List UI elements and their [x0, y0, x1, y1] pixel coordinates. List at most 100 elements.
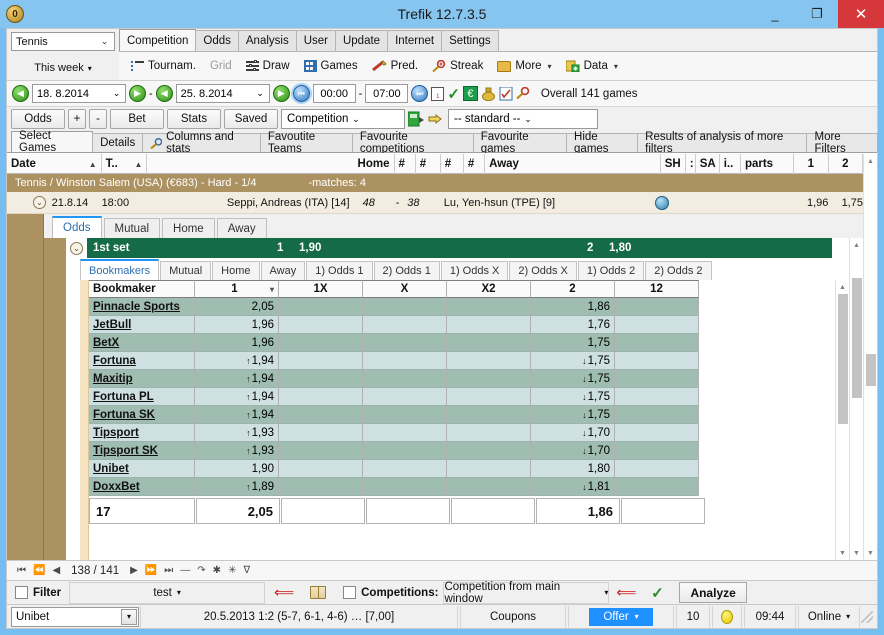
scroll-up-icon[interactable]: ▲ — [864, 154, 878, 168]
bookmaker-name[interactable]: DoxxBet — [93, 481, 140, 493]
bookmaker-name[interactable]: Unibet — [93, 463, 129, 475]
tab-internet[interactable]: Internet — [387, 30, 443, 51]
scroll-thumb[interactable] — [865, 354, 876, 386]
filter-preset-dropdown[interactable]: test ▾ — [69, 581, 266, 604]
filtertab-more-filters[interactable]: More Filters — [806, 131, 878, 155]
toolbar-grid-button[interactable]: Grid — [204, 57, 238, 75]
euro-icon[interactable]: € — [462, 86, 478, 101]
toolbar-streak-button[interactable]: Streak — [426, 57, 489, 75]
competition-group-row[interactable]: Tennis / Winston Salem (USA) (€683) - Ha… — [7, 174, 863, 192]
bookmaker-row[interactable]: BetX 1,96 1,75 — [89, 334, 706, 352]
grid-col-away[interactable]: Away — [485, 154, 661, 174]
games-grid-scrollbar[interactable]: ▲ ▼ — [863, 154, 877, 560]
bookmaker-row[interactable]: Unibet 1,90 1,80 — [89, 460, 706, 478]
standard-combo[interactable]: -- standard -- ⌄ — [448, 109, 598, 129]
bookmaker-name[interactable]: Pinnacle Sports — [93, 301, 180, 313]
scroll-down-icon[interactable]: ▼ — [836, 546, 850, 560]
saved-button[interactable]: Saved — [224, 109, 278, 129]
detailtab-odds[interactable]: Odds — [52, 216, 102, 238]
nav-next-button[interactable]: ▶ — [130, 565, 138, 576]
bookmaker-row[interactable]: DoxxBet ↑ 1,89 ↓ 1,81 — [89, 478, 706, 496]
grid-col-odds1[interactable]: 1 — [794, 154, 829, 174]
nav-next-page-button[interactable]: ⏩ — [145, 565, 157, 576]
resize-grip[interactable] — [861, 610, 873, 623]
bookmaker-table-scrollbar[interactable]: ▲ ▼ — [835, 280, 849, 560]
competitions-apply-left-button[interactable]: ⟸ — [611, 581, 642, 604]
filtertab-hide-games[interactable]: Hide games — [566, 131, 639, 155]
bookmaker-row[interactable]: Fortuna SK ↑ 1,94 ↓ 1,75 — [89, 406, 706, 424]
bookmaker-name[interactable]: Tipsport — [93, 427, 139, 439]
toolbar-draw-button[interactable]: Draw — [240, 57, 296, 75]
grid-col-odds2[interactable]: 2 — [829, 154, 863, 174]
bmtab-away[interactable]: Away — [260, 261, 306, 280]
nav-delete-button[interactable]: — — [180, 565, 190, 576]
nav-prev-page-button[interactable]: ⏪ — [33, 565, 45, 576]
bmcol-x[interactable]: X — [363, 280, 447, 298]
nav-star-dim-icon[interactable]: ✳ — [228, 565, 236, 576]
grid-col-date[interactable]: Date ▲ — [7, 154, 102, 174]
bookmaker-row[interactable]: Tipsport ↑ 1,93 ↓ 1,70 — [89, 424, 706, 442]
next-date-from-button[interactable]: ▶ — [129, 85, 146, 102]
filtertab-details[interactable]: Details — [92, 133, 144, 152]
bmtab-1-odds-2[interactable]: 1) Odds 2 — [577, 261, 645, 280]
bmtab-mutual[interactable]: Mutual — [160, 261, 212, 280]
scroll-thumb[interactable] — [851, 278, 862, 398]
scroll-thumb[interactable] — [837, 294, 848, 424]
time-to-input[interactable]: 07:00 — [365, 84, 409, 103]
grid-col-t[interactable]: T.. ▲ — [102, 154, 148, 174]
bookmaker-row[interactable]: Tipsport SK ↑ 1,93 ↓ 1,70 — [89, 442, 706, 460]
toolbar-games-button[interactable]: Games — [298, 57, 364, 75]
competitions-confirm-button[interactable]: ✓ — [643, 581, 672, 604]
detailtab-mutual[interactable]: Mutual — [103, 218, 161, 238]
competition-combo[interactable]: Competition ⌄ — [281, 109, 405, 129]
scroll-track[interactable] — [850, 252, 864, 546]
filtertab-favourite-competitions[interactable]: Favourite competitions — [351, 131, 474, 155]
bookmaker-row[interactable]: Maxitip ↑ 1,94 ↓ 1,75 — [89, 370, 706, 388]
bmcol-1[interactable]: 1 ▾ — [195, 280, 279, 298]
filtertab-favourite-teams[interactable]: Favoutite Teams — [259, 131, 353, 155]
toolbar-data-button[interactable]: Data ▾ — [560, 57, 624, 75]
competitions-dropdown[interactable]: Competition from main window ▾ — [443, 581, 610, 605]
bmtab-2-odds-1[interactable]: 2) Odds 1 — [373, 261, 440, 280]
bookmaker-row[interactable]: Pinnacle Sports 2,05 1,86 — [89, 298, 706, 316]
filtertab-favourite-games[interactable]: Favourite games — [472, 131, 568, 155]
bmcol-bookmaker[interactable]: Bookmaker — [89, 280, 195, 298]
scroll-up-icon[interactable]: ▲ — [850, 238, 864, 252]
bmtab-1-odds-1[interactable]: 1) Odds 1 — [306, 261, 373, 280]
nav-funnel-icon[interactable]: ∇ — [243, 565, 250, 576]
add-button[interactable]: + — [68, 109, 86, 129]
set-pane-scrollbar[interactable]: ▲ ▼ — [849, 238, 863, 560]
toolbar-more-button[interactable]: More ▾ — [491, 57, 557, 75]
bmtab-bookmakers[interactable]: Bookmakers — [80, 259, 160, 280]
nav-last-button[interactable]: ⏭ — [164, 565, 173, 576]
bookmaker-row[interactable]: JetBull 1,96 1,76 — [89, 316, 706, 334]
minimize-button[interactable]: _ — [754, 0, 796, 28]
bookmaker-name[interactable]: JetBull — [93, 319, 131, 331]
analyze-button[interactable]: Analyze — [679, 582, 747, 603]
time-to-stepper-icon[interactable]: ⏭ — [411, 85, 429, 102]
bmtab-2-odds-x[interactable]: 2) Odds X — [509, 261, 577, 280]
period-selector[interactable]: This week ▾ — [11, 57, 115, 79]
nav-prev-button[interactable]: ◀ — [52, 565, 60, 576]
next-date-to-button[interactable]: ▶ — [272, 85, 290, 102]
status-bookmaker-combo[interactable]: Unibet ▾ — [11, 606, 139, 627]
maximize-button[interactable]: ❐ — [796, 0, 838, 28]
filtertab-columns-and-stats[interactable]: Columns and stats — [142, 131, 261, 155]
prev-date-to-button[interactable]: ◀ — [155, 85, 173, 102]
detailtab-away[interactable]: Away — [216, 218, 267, 238]
date-to-input[interactable]: 25. 8.2014 ⌄ — [175, 84, 270, 103]
bookmaker-row[interactable]: Fortuna PL ↑ 1,94 ↓ 1,75 — [89, 388, 706, 406]
time-from-stepper-icon[interactable]: ⏮ — [290, 83, 312, 104]
bmcol-2[interactable]: 2 — [531, 280, 615, 298]
status-offer-cell[interactable]: Offer ▾ — [568, 605, 674, 628]
globe-icon[interactable] — [655, 195, 669, 210]
grid-col-parts[interactable]: parts — [741, 154, 795, 174]
odds-button[interactable]: Odds — [11, 109, 65, 129]
checklist-icon[interactable] — [499, 86, 513, 101]
scroll-track[interactable] — [836, 294, 850, 546]
bookmaker-name[interactable]: Fortuna PL — [93, 391, 154, 403]
game-expander-icon[interactable]: ⌄ — [33, 196, 46, 209]
filter-apply-left-button[interactable]: ⟸ — [267, 581, 302, 604]
time-from-input[interactable]: 00:00 — [312, 84, 356, 103]
tab-analysis[interactable]: Analysis — [237, 30, 297, 51]
